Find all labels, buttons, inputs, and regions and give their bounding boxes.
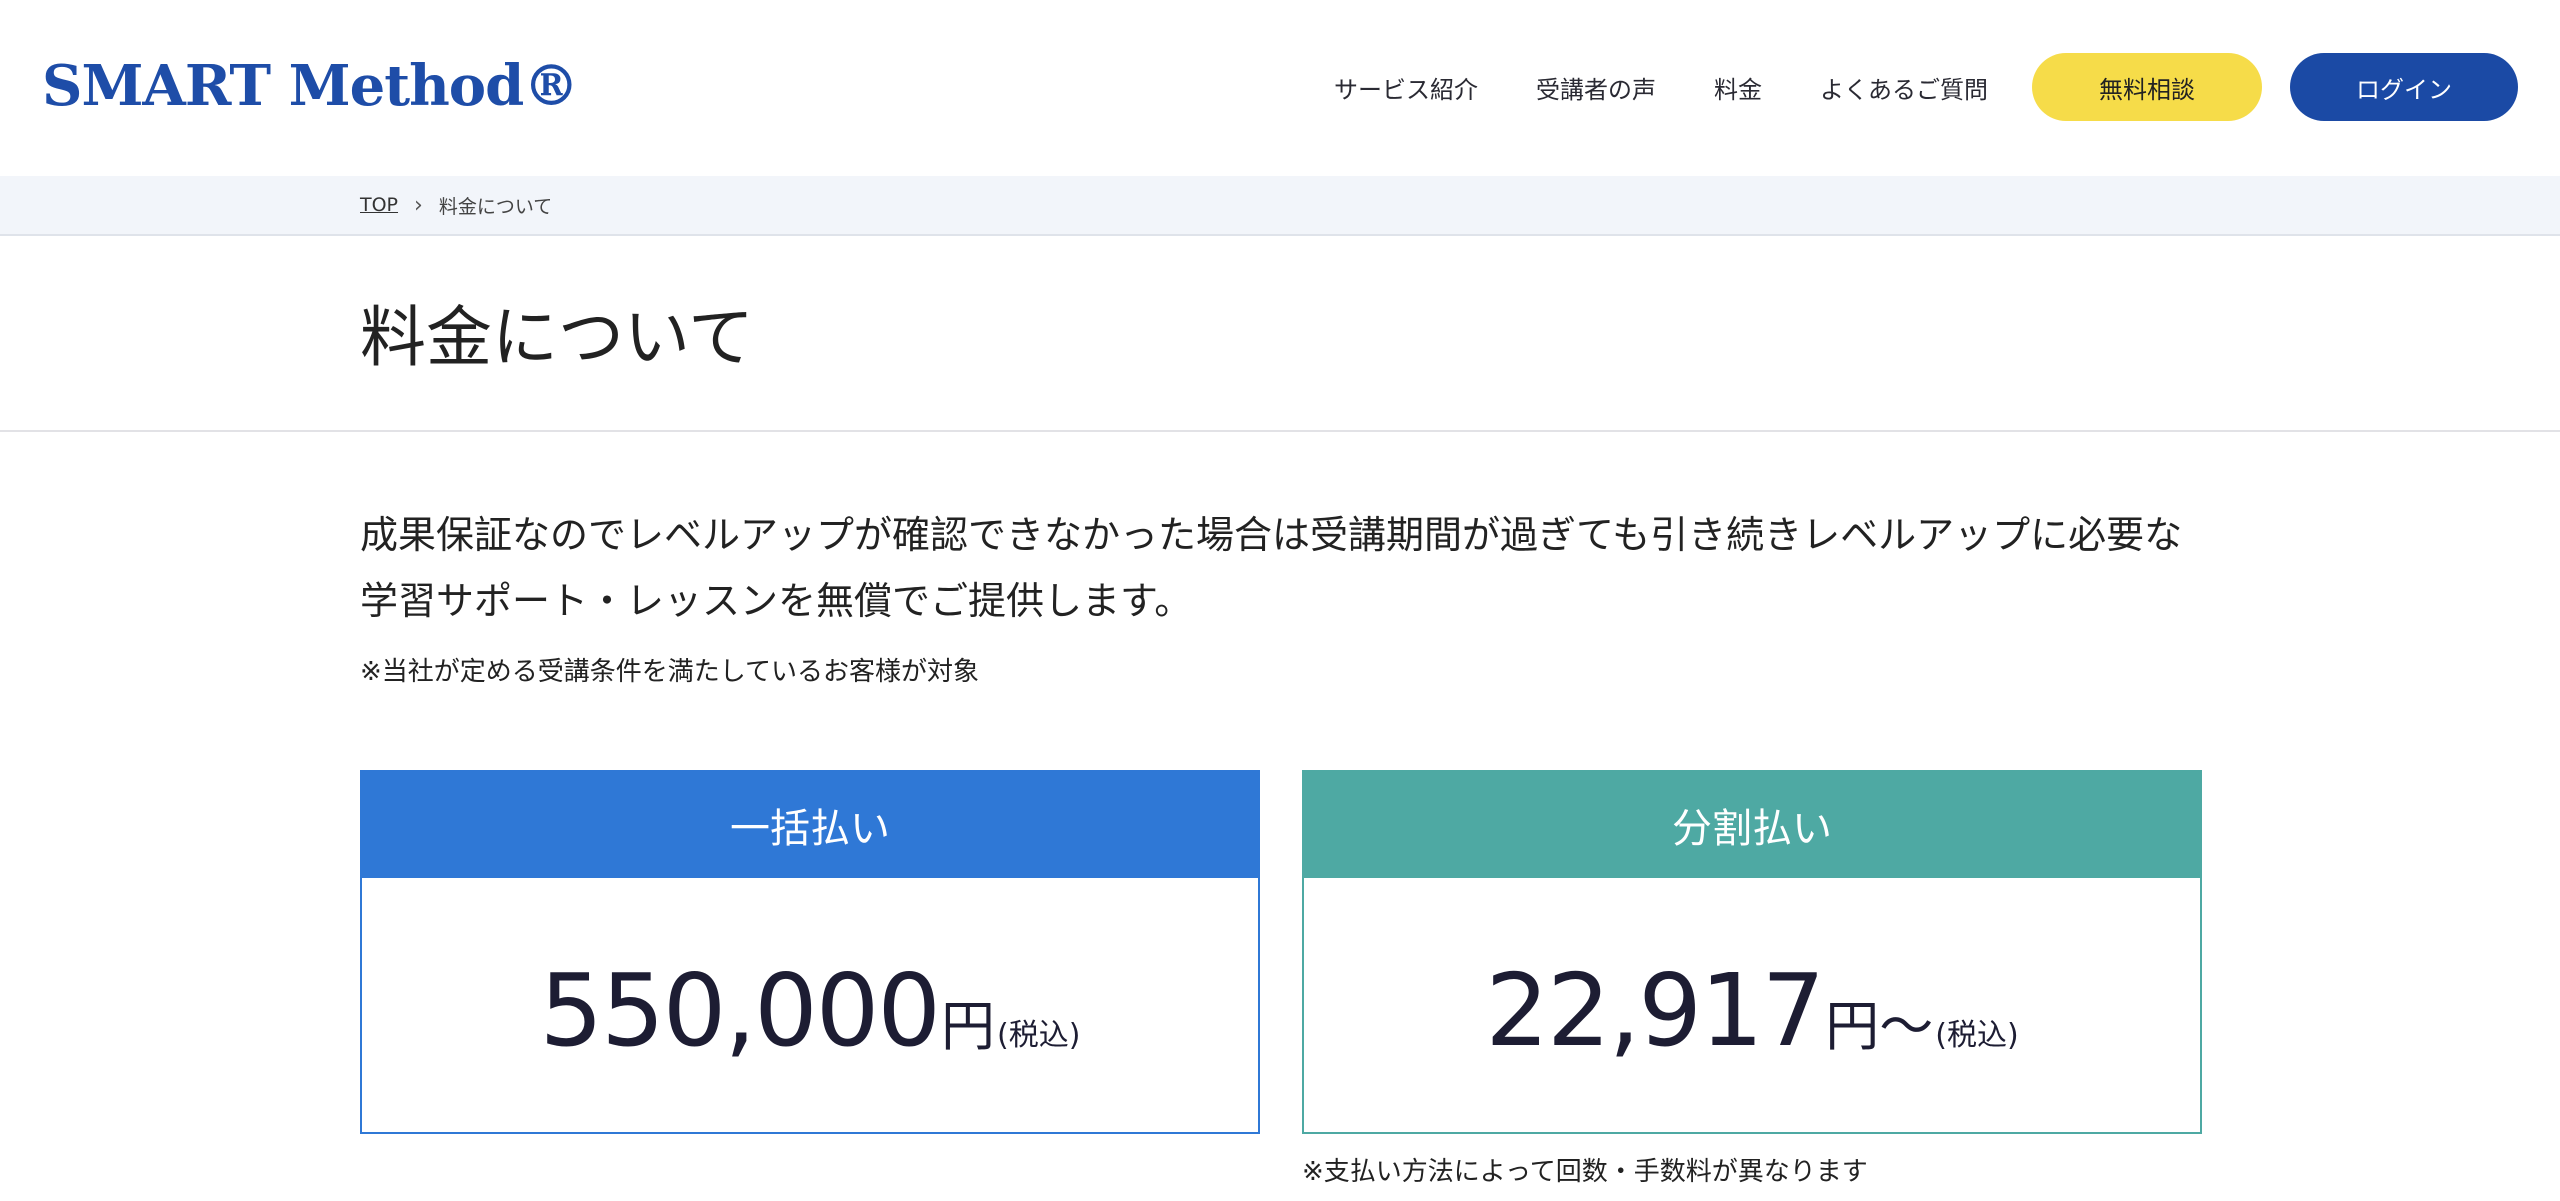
guarantee-condition-note: ※当社が定める受講条件を満たしているお客様が対象	[360, 657, 980, 687]
price-card-lump-sum: 一括払い 550,000 円 (税込)	[360, 770, 1260, 1134]
chevron-right-icon: ›	[414, 192, 423, 218]
breadcrumb: TOP › 料金について	[360, 176, 552, 234]
breadcrumb-current: 料金について	[438, 195, 553, 218]
price-card-body: 22,917 円〜 (税込)	[1304, 878, 2200, 1132]
price-card-installment: 分割払い 22,917 円〜 (税込)	[1302, 770, 2202, 1134]
price-amount: 550,000	[539, 951, 942, 1069]
price-line: 22,917 円〜 (税込)	[1485, 952, 2018, 1069]
nav-item-service[interactable]: サービス紹介	[1334, 70, 1478, 105]
site-logo[interactable]: SMART Method®	[42, 50, 579, 122]
price-unit: 円	[941, 994, 996, 1058]
nav-item-faq[interactable]: よくあるご質問	[1820, 70, 1988, 105]
price-card-body: 550,000 円 (税込)	[362, 878, 1258, 1132]
installment-note: ※支払い方法によって回数・手数料が異なります	[1302, 1157, 1868, 1187]
free-consultation-button[interactable]: 無料相談	[2032, 53, 2262, 121]
page-title: 料金について	[360, 299, 755, 376]
price-amount: 22,917	[1485, 951, 1825, 1069]
title-section: 料金について	[0, 236, 2560, 432]
breadcrumb-top-link[interactable]: TOP	[360, 194, 398, 216]
nav-item-pricing[interactable]: 料金	[1714, 70, 1762, 105]
price-card-title: 分割払い	[1304, 772, 2200, 878]
price-tax-label: (税込)	[1935, 1017, 2019, 1053]
login-button[interactable]: ログイン	[2290, 53, 2518, 121]
nav-item-voices[interactable]: 受講者の声	[1536, 70, 1656, 105]
price-unit: 円〜	[1825, 994, 1934, 1058]
price-tax-label: (税込)	[997, 1017, 1081, 1053]
price-line: 550,000 円 (税込)	[540, 952, 1081, 1069]
main-nav: サービス紹介 受講者の声 料金 よくあるご質問 無料相談 ログイン	[1334, 53, 2518, 121]
price-card-title: 一括払い	[362, 772, 1258, 878]
site-header: SMART Method® サービス紹介 受講者の声 料金 よくあるご質問 無料…	[0, 0, 2560, 176]
breadcrumb-bar: TOP › 料金について	[0, 176, 2560, 236]
guarantee-lead-text: 成果保証なのでレベルアップが確認できなかった場合は受講期間が過ぎても引き続きレベ…	[360, 513, 2183, 623]
